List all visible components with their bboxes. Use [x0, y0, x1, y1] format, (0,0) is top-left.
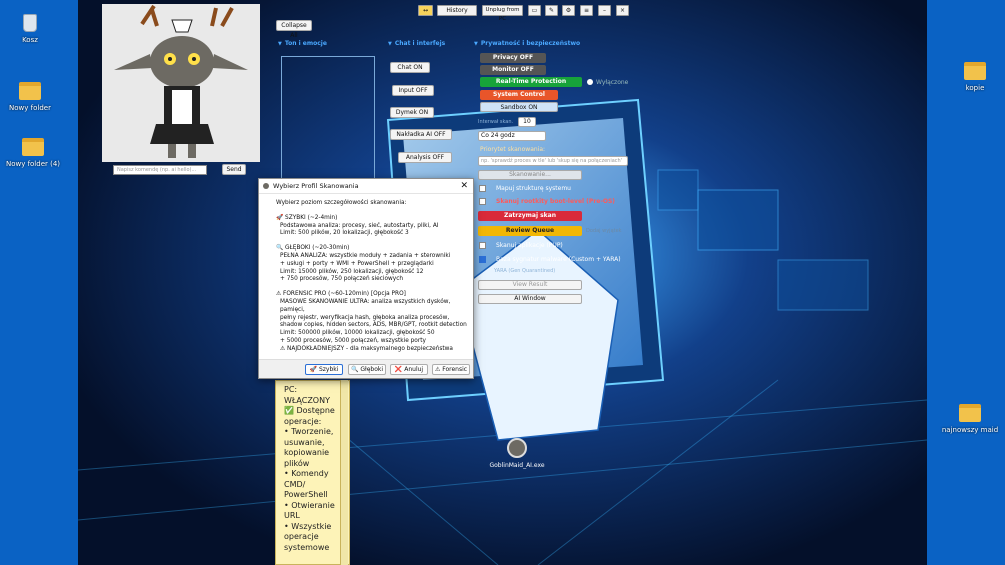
- input-toggle-button[interactable]: Input OFF: [392, 85, 434, 96]
- edit-button[interactable]: ✎: [545, 5, 558, 16]
- desktop-icon-kopie[interactable]: kopie: [945, 62, 1005, 92]
- desktop-icon-new-folder-4[interactable]: Nowy folder (4): [3, 138, 63, 168]
- rootkit-checkbox[interactable]: [479, 198, 486, 205]
- map-structure-checkbox[interactable]: [479, 185, 486, 192]
- section-chat-header[interactable]: ▼ Chat i interfejs: [388, 40, 445, 47]
- chevron-down-icon: ▼: [474, 41, 478, 47]
- dymek-toggle-button[interactable]: Dymek ON: [390, 107, 434, 118]
- desktop-icon-recycle-bin[interactable]: Kosz: [0, 14, 60, 44]
- desktop-icon-najnowszy-maid[interactable]: najnowszy maid: [940, 404, 1000, 434]
- chat-toggle-button[interactable]: Chat ON: [390, 62, 430, 73]
- collapse-all-button[interactable]: Collapse All: [276, 20, 312, 39]
- goblinmaid-exe-icon[interactable]: GoblinMaid_AI.exe: [482, 438, 552, 469]
- window-button[interactable]: ▭: [528, 5, 541, 16]
- close-button[interactable]: ×: [616, 5, 629, 16]
- chevron-down-icon: ▼: [278, 41, 282, 47]
- dialog-button-bar: 🚀 Szybki 🔍 Głęboki ❌ Anuluj ⚠ Forensic: [259, 359, 473, 378]
- status-text-panel: PC: WŁĄCZONY ✅ Dostępne operacje: • Twor…: [275, 380, 350, 565]
- pup-label: Skanuj aplikacje (PUP): [496, 242, 563, 249]
- folder-icon: [959, 404, 981, 422]
- scan-profile-dialog: Wybierz Profil Skanowania ✕ Wybierz pozi…: [258, 178, 474, 379]
- signatures-checkbox[interactable]: [479, 256, 486, 263]
- desktop-icon-new-folder[interactable]: Nowy folder: [0, 82, 60, 112]
- fast-scan-button[interactable]: 🚀 Szybki: [305, 364, 343, 375]
- map-structure-label: Mapuj strukturę systemu: [496, 185, 571, 192]
- unplug-button[interactable]: Unplug from PC: [482, 5, 523, 22]
- section-tone-header[interactable]: ▼ Ton i emocje: [278, 40, 327, 47]
- interval-label: Interwał skan.: [478, 119, 514, 125]
- section-privacy-header[interactable]: ▼ Prywatność i bezpieczeństwo: [474, 40, 580, 47]
- recycle-bin-icon: [23, 14, 37, 32]
- dialog-intro: Wybierz poziom szczegółowości skanowania…: [276, 200, 407, 206]
- rootkit-label: Skanuj rootkity boot-level (Pre-OS): [496, 198, 616, 205]
- send-button[interactable]: Send: [222, 164, 246, 175]
- sandbox-toggle-button[interactable]: Sandbox ON: [480, 102, 558, 112]
- dialog-app-icon: [263, 183, 269, 189]
- forensic-scan-button[interactable]: ⚠ Forensic: [432, 364, 470, 375]
- pup-checkbox[interactable]: [479, 242, 486, 249]
- interval-spinner[interactable]: 10: [518, 117, 536, 127]
- yara-label: YARA (Gen Quarantined): [494, 268, 556, 274]
- folder-icon: [19, 82, 41, 100]
- chevron-down-icon: ▼: [388, 41, 392, 47]
- tone-panel: [281, 56, 375, 181]
- dialog-titlebar: Wybierz Profil Skanowania ✕: [259, 179, 473, 194]
- realtime-status-dot: [587, 79, 593, 85]
- realtime-protection-button[interactable]: Real-Time Protection: [480, 77, 582, 87]
- command-input[interactable]: Napisz komendę (np. ai hello)...: [113, 165, 207, 175]
- priority-label: Priorytet skanowania:: [480, 146, 546, 153]
- ai-window-button[interactable]: AI Window: [478, 294, 582, 304]
- monitor-toggle-button[interactable]: Monitor OFF: [480, 65, 546, 75]
- scanning-button[interactable]: Skanowanie...: [478, 170, 582, 180]
- menu-button[interactable]: ≡: [580, 5, 593, 16]
- stop-scan-button[interactable]: Zatrzymaj skan: [478, 211, 582, 221]
- overlay-ai-toggle-button[interactable]: Nakładka AI OFF: [390, 129, 452, 140]
- goblin-app-icon: [507, 438, 527, 458]
- view-result-button[interactable]: View Result: [478, 280, 582, 290]
- review-queue-button[interactable]: Review Queue: [478, 226, 582, 236]
- signatures-label: Baza sygnatur malware (Custom + YARA): [496, 256, 621, 263]
- deep-scan-button[interactable]: 🔍 Głęboki: [348, 364, 386, 375]
- folder-icon: [22, 138, 44, 156]
- analysis-toggle-button[interactable]: Analysis OFF: [398, 152, 452, 163]
- cancel-button[interactable]: ❌ Anuluj: [390, 364, 428, 375]
- settings-button[interactable]: ⚙: [562, 5, 575, 16]
- folder-icon: [964, 62, 986, 80]
- expand-arrows-button[interactable]: ↔: [418, 5, 433, 16]
- status-panel-scrollbar[interactable]: [340, 380, 348, 565]
- priority-input[interactable]: np. 'sprawdź proces w tle' lub 'skup się…: [478, 156, 628, 166]
- dialog-close-icon[interactable]: ✕: [460, 179, 468, 194]
- app-window: Napisz komendę (np. ai hello)... Send ↔ …: [78, 0, 927, 565]
- system-control-button[interactable]: System Control: [480, 90, 558, 100]
- quarantine-label: Dodaj wyjątek: [586, 228, 622, 234]
- goblin-maid-avatar[interactable]: [102, 4, 260, 162]
- minimize-button[interactable]: –: [598, 5, 611, 16]
- history-button[interactable]: History: [437, 5, 477, 16]
- privacy-toggle-button[interactable]: Privacy OFF: [480, 53, 546, 63]
- realtime-status: Wyłączone: [596, 79, 629, 86]
- schedule-select[interactable]: Co 24 godz: [478, 131, 546, 141]
